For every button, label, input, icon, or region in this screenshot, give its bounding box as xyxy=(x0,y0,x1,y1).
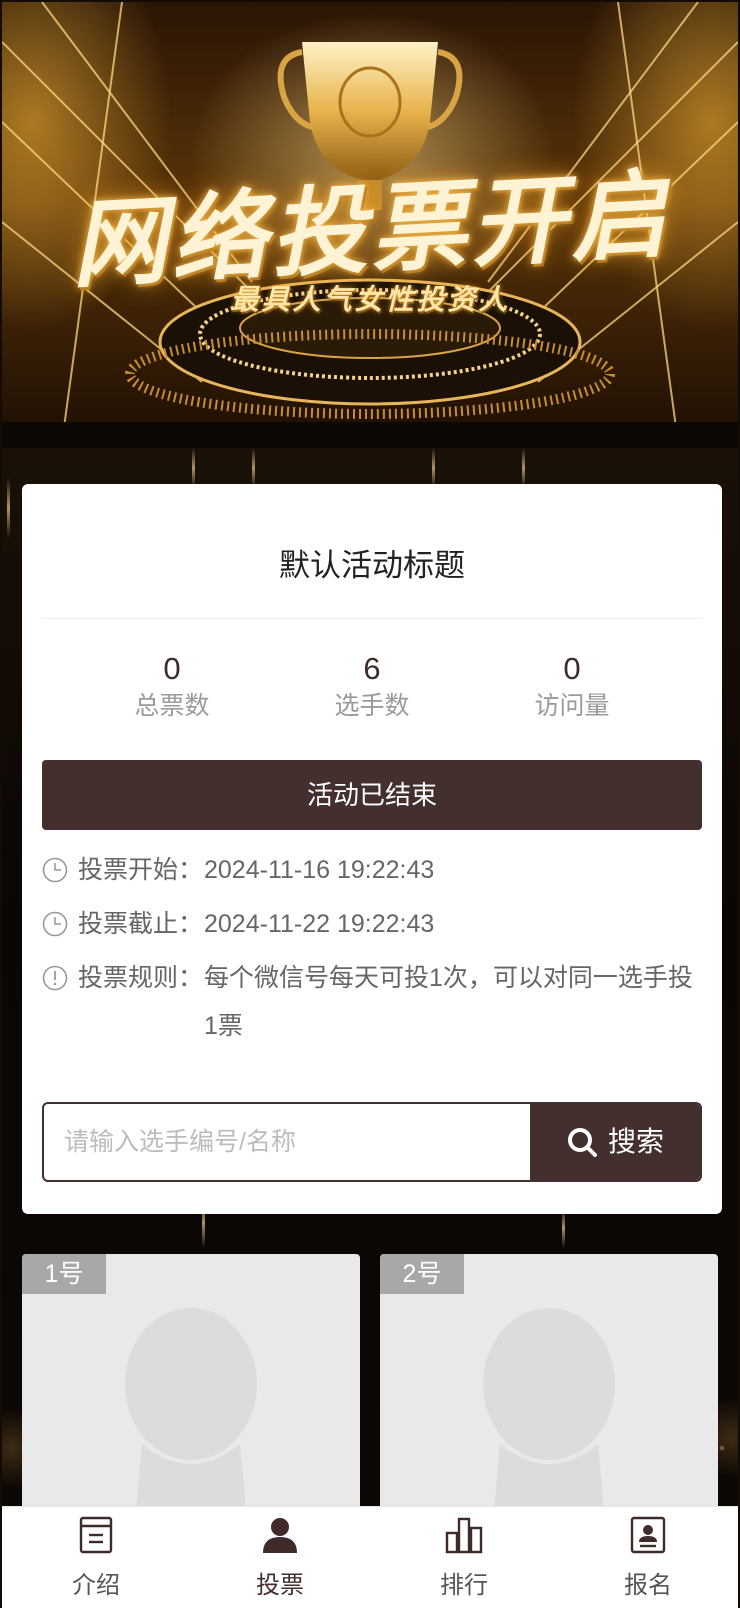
tab-label: 报名 xyxy=(624,1572,672,1599)
info-label: 投票截止： xyxy=(78,910,204,938)
stat-label: 访问量 xyxy=(534,692,610,720)
search-button[interactable]: 搜索 xyxy=(530,1104,700,1180)
banner-subtitle: 最具人气女性投资人 xyxy=(230,283,510,316)
tab-register[interactable]: 报名 xyxy=(556,1507,740,1608)
activity-card: 默认活动标题 0 总票数 6 选手数 0 访问量 活动已结束 投票开始： 202… xyxy=(22,484,722,1214)
info-value: 2024-11-22 19:22:43 xyxy=(204,910,435,938)
player-number-badge: 1号 xyxy=(22,1254,106,1294)
tab-label: 投票 xyxy=(256,1572,304,1599)
tab-vote[interactable]: 投票 xyxy=(188,1507,372,1608)
tab-label: 排行 xyxy=(440,1572,488,1599)
stat-total-votes: 0 总票数 xyxy=(62,650,282,724)
activity-title: 默认活动标题 xyxy=(279,548,465,583)
document-icon xyxy=(79,1516,113,1554)
clock-icon xyxy=(42,911,68,937)
stat-players: 6 选手数 xyxy=(262,650,482,724)
activity-ended-button[interactable]: 活动已结束 xyxy=(42,760,702,830)
vote-end-row: 投票截止： 2024-11-22 19:22:43 xyxy=(42,900,702,948)
stat-value: 6 xyxy=(363,651,381,686)
banner: 网络投票开启 最具人气女性投资人 xyxy=(2,2,738,448)
search-icon xyxy=(567,1127,597,1157)
clock-icon xyxy=(42,857,68,883)
stat-visits: 0 访问量 xyxy=(462,650,682,724)
stat-label: 选手数 xyxy=(334,692,410,720)
bottom-tab-bar: 介绍 投票 排行 报名 xyxy=(2,1506,738,1608)
tab-label: 介绍 xyxy=(72,1572,120,1599)
player-number-badge: 2号 xyxy=(380,1254,464,1294)
info-label: 投票开始： xyxy=(78,856,204,884)
info-value: 2024-11-16 19:22:43 xyxy=(204,856,435,884)
info-label: 投票规则： xyxy=(78,964,204,992)
bar-chart-icon xyxy=(445,1517,483,1554)
stat-value: 0 xyxy=(563,651,581,686)
vote-start-row: 投票开始： 2024-11-16 19:22:43 xyxy=(42,846,702,894)
stat-value: 0 xyxy=(163,651,181,686)
tab-intro[interactable]: 介绍 xyxy=(4,1507,188,1608)
stat-label: 总票数 xyxy=(134,692,210,720)
search-bar: 搜索 xyxy=(42,1102,702,1182)
user-icon xyxy=(263,1518,297,1553)
vote-rule-row: 投票规则： 每个微信号每天可投1次，可以对同一选手投1票 xyxy=(42,954,702,1050)
exclamation-circle-icon xyxy=(42,965,68,991)
search-input[interactable] xyxy=(44,1104,532,1180)
search-button-label: 搜索 xyxy=(607,1126,664,1157)
vote-page: 网络投票开启 最具人气女性投资人 默认活动标题 0 总票数 6 选手数 0 访问… xyxy=(0,0,740,1608)
divider xyxy=(42,618,702,619)
id-card-icon xyxy=(630,1516,666,1554)
tab-ranking[interactable]: 排行 xyxy=(372,1507,556,1608)
info-value: 每个微信号每天可投1次，可以对同一选手投1票 xyxy=(204,964,693,1040)
